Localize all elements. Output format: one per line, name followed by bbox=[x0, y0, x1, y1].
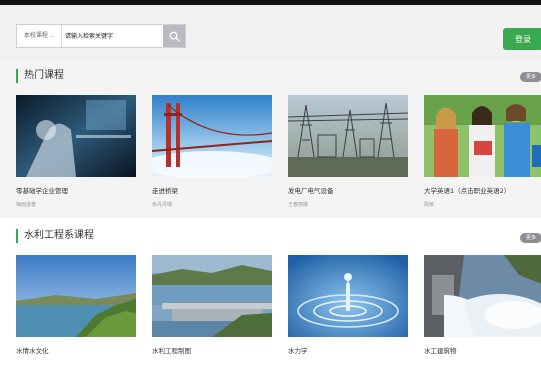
search-scope-label: 本校课程 bbox=[23, 32, 48, 39]
course-thumbnail bbox=[424, 95, 541, 177]
course-thumbnail bbox=[16, 95, 136, 177]
course-title: 水利工程制图 bbox=[152, 347, 191, 355]
bottom-edge bbox=[0, 358, 541, 365]
course-card[interactable]: 走进桥梁 余丹丹瑞 bbox=[152, 95, 272, 208]
search-input[interactable] bbox=[63, 25, 161, 47]
search-button[interactable] bbox=[163, 25, 185, 47]
chevron-down-icon: ⌄ bbox=[49, 33, 55, 39]
course-card[interactable]: 水力学 bbox=[288, 255, 408, 355]
course-title: 零基础学企业管理 bbox=[16, 187, 68, 195]
course-teacher: 王春丽娜 bbox=[288, 202, 309, 208]
course-card[interactable]: 大学英语1（点击职业英语2） 陈敏 bbox=[424, 95, 541, 208]
course-teacher: 陈敏 bbox=[424, 202, 435, 208]
course-thumbnail bbox=[424, 255, 541, 337]
login-button[interactable]: 登录 bbox=[503, 28, 541, 50]
search-icon bbox=[169, 31, 180, 42]
search-scope-select[interactable]: 本校课程 ⌄ bbox=[17, 25, 62, 47]
course-thumbnail bbox=[288, 255, 408, 337]
course-title: 水力学 bbox=[288, 347, 308, 355]
course-card[interactable]: 发电厂电气设备 王春丽娜 bbox=[288, 95, 408, 208]
course-thumbnail bbox=[152, 255, 272, 337]
header: 本校课程⌄ 登录 bbox=[0, 5, 541, 60]
course-title: 走进桥梁 bbox=[152, 187, 178, 195]
search-bar: 本校课程 ⌄ bbox=[16, 24, 186, 48]
course-teacher: 梅雨凌春 bbox=[16, 202, 37, 208]
course-title: 大学英语1（点击职业英语2） bbox=[424, 187, 511, 195]
course-card[interactable]: 水利工程制图 bbox=[152, 255, 272, 355]
course-thumbnail bbox=[16, 255, 136, 337]
course-title: 发电厂电气设备 bbox=[288, 187, 334, 195]
course-card[interactable]: 水工建筑物 bbox=[424, 255, 541, 355]
course-title: 水情水文化 bbox=[16, 347, 49, 355]
course-teacher: 余丹丹瑞 bbox=[152, 202, 173, 208]
section-title-hot: 热门课程 bbox=[16, 69, 64, 83]
section-title-water: 水利工程系课程 bbox=[16, 229, 94, 243]
more-button-hot[interactable]: 更多 bbox=[520, 72, 541, 82]
more-button-water[interactable]: 更多 bbox=[520, 233, 541, 243]
course-card[interactable]: 水情水文化 bbox=[16, 255, 136, 355]
course-thumbnail bbox=[152, 95, 272, 177]
course-thumbnail bbox=[288, 95, 408, 177]
course-title: 水工建筑物 bbox=[424, 347, 457, 355]
course-card[interactable]: 零基础学企业管理 梅雨凌春 bbox=[16, 95, 136, 208]
